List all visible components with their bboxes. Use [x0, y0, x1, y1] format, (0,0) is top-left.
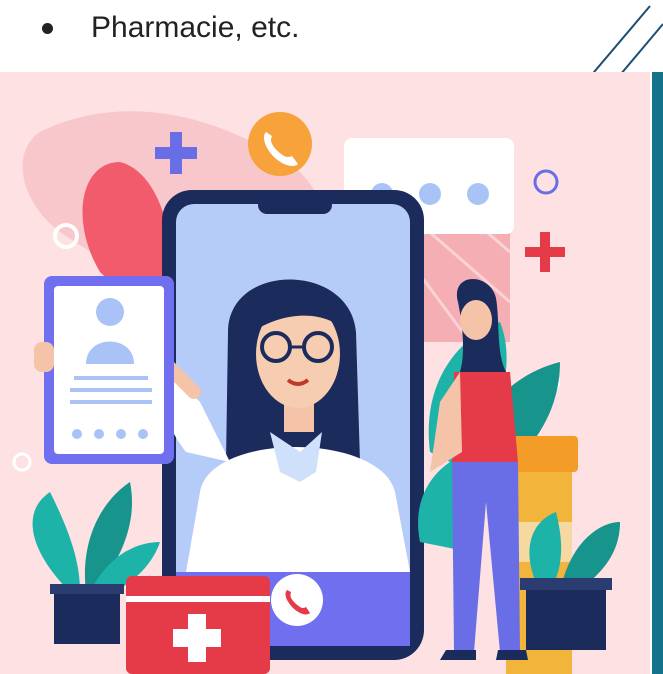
- plus-red-icon: [525, 232, 565, 272]
- phone-end-call-icon: [271, 574, 323, 626]
- profile-card-icon: [34, 276, 174, 464]
- telemedicine-illustration: [0, 72, 650, 674]
- first-aid-kit-icon: [126, 576, 270, 674]
- bullet-text: Pharmacie, etc.: [91, 11, 300, 44]
- circle-outline-icon: [12, 452, 32, 472]
- bullet-list-item: Pharmacie, etc.: [42, 4, 299, 52]
- circle-outline-icon: [533, 169, 559, 195]
- bullet-dot-icon: [42, 22, 53, 34]
- accent-side-bar: [652, 72, 663, 674]
- phone-call-badge-icon: [248, 112, 312, 176]
